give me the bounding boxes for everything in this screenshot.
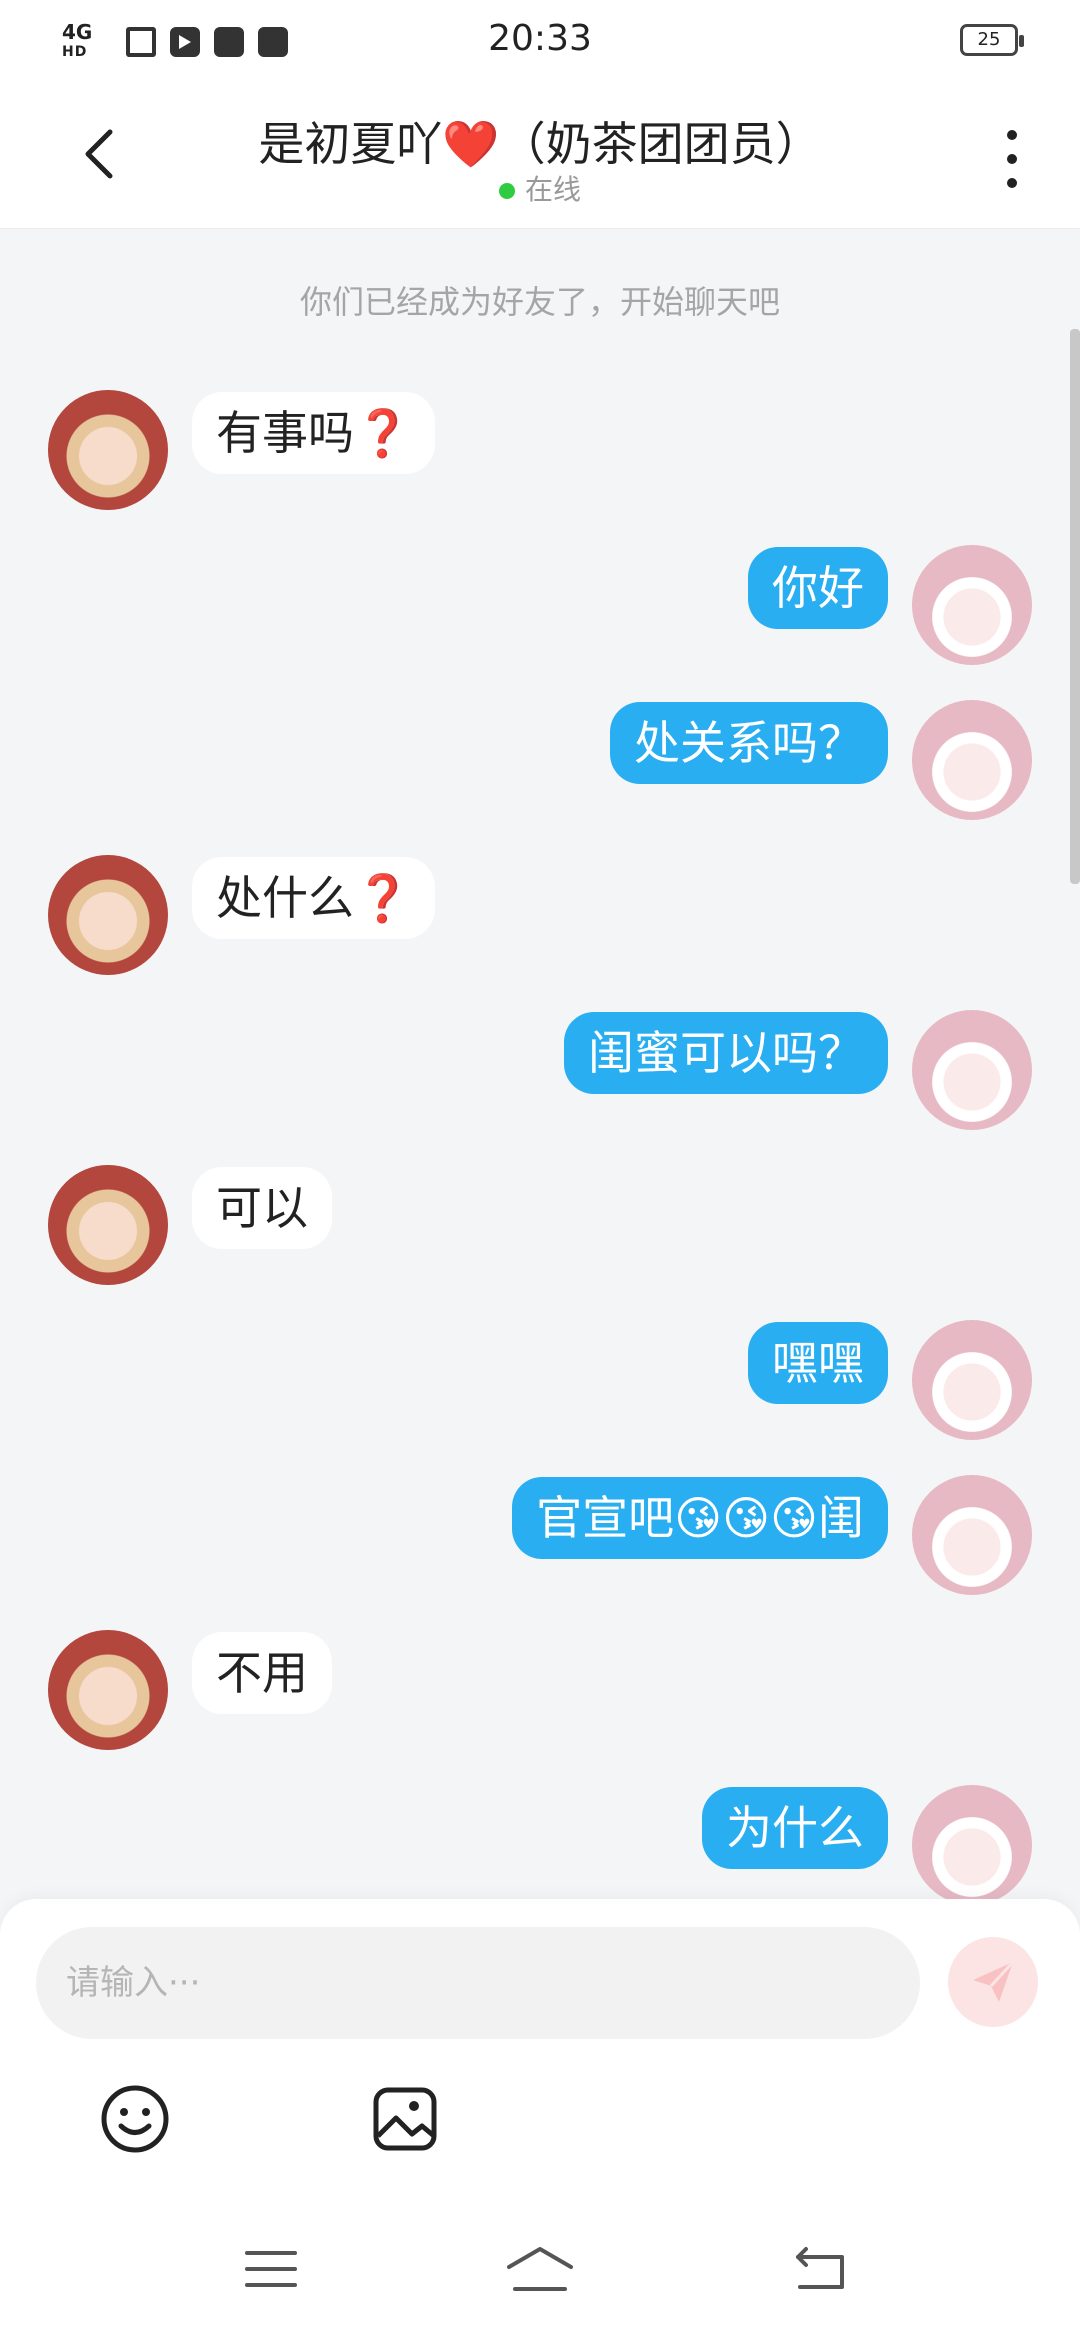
message-row: 嘿嘿 (0, 1320, 1080, 1440)
status-bar: 4G HD 20:33 25 (0, 0, 1080, 84)
send-button[interactable] (948, 1937, 1038, 2027)
more-dot-icon (1007, 178, 1017, 188)
paper-plane-icon (973, 1960, 1015, 2002)
contact-name: 是初夏吖❤️（奶茶团团员） (258, 117, 822, 171)
system-nav-bar (0, 2199, 1080, 2340)
message-row: 你好 (0, 545, 1080, 665)
message-bubble[interactable]: 官宣吧😘😘😘闺 (512, 1477, 888, 1559)
message-composer (0, 1899, 1080, 2340)
message-row: 官宣吧😘😘😘闺 (0, 1475, 1080, 1595)
contact-avatar[interactable] (48, 1165, 168, 1285)
image-button[interactable] (365, 2079, 445, 2159)
my-avatar[interactable] (912, 1785, 1032, 1905)
return-icon (796, 2247, 844, 2289)
my-avatar[interactable] (912, 1010, 1032, 1130)
friend-notice: 你们已经成为好友了，开始聊天吧 (299, 283, 780, 321)
message-row: 闺蜜可以吗？ (0, 1010, 1080, 1130)
contact-avatar[interactable] (48, 1630, 168, 1750)
message-row: 可以 (0, 1165, 1080, 1285)
battery-icon: 25 (960, 24, 1024, 56)
my-avatar[interactable] (912, 700, 1032, 820)
online-dot-icon (498, 183, 515, 199)
message-bubble[interactable]: 有事吗❓ (192, 392, 436, 474)
online-status: 在线 (0, 168, 1080, 208)
my-avatar[interactable] (912, 1320, 1032, 1440)
home-button[interactable] (505, 2239, 575, 2299)
clock: 20:33 (488, 18, 592, 59)
message-row: 处关系吗？ (0, 700, 1080, 820)
message-row: 不用 (0, 1630, 1080, 1750)
message-bubble[interactable]: 闺蜜可以吗？ (564, 1012, 888, 1094)
chat-header: 是初夏吖❤️（奶茶团团员） 在线 (0, 84, 1080, 229)
message-bubble[interactable]: 可以 (192, 1167, 332, 1249)
chat-screen: 4G HD 20:33 25 是初夏吖❤️（奶茶团团员） 在线 你们已经成为好友了… (0, 0, 1080, 2340)
menu-icon (245, 2251, 297, 2287)
home-icon (507, 2247, 573, 2291)
more-dot-icon (1007, 154, 1017, 164)
menu-button[interactable] (236, 2239, 306, 2299)
online-status-label: 在线 (524, 173, 581, 206)
smiley-icon (101, 2085, 169, 2153)
message-bubble[interactable]: 不用 (192, 1632, 332, 1714)
message-row: 处什么❓ (0, 855, 1080, 975)
message-bubble[interactable]: 为什么 (702, 1787, 888, 1869)
back-nav-button[interactable] (785, 2239, 855, 2299)
message-row: 为什么 (0, 1785, 1080, 1905)
more-dot-icon (1007, 130, 1017, 140)
message-row: 有事吗❓ (0, 390, 1080, 510)
message-bubble[interactable]: 嘿嘿 (748, 1322, 888, 1404)
contact-avatar[interactable] (48, 855, 168, 975)
more-options-button[interactable] (992, 124, 1032, 194)
message-input[interactable] (36, 1927, 920, 2039)
message-list[interactable]: 你们已经成为好友了，开始聊天吧 有事吗❓ 你好 处关系吗？ 处什么❓ 闺蜜可以吗… (0, 229, 1080, 1905)
message-bubble[interactable]: 处关系吗？ (610, 702, 888, 784)
contact-avatar[interactable] (48, 390, 168, 510)
message-bubble[interactable]: 处什么❓ (192, 857, 436, 939)
my-avatar[interactable] (912, 545, 1032, 665)
my-avatar[interactable] (912, 1475, 1032, 1595)
message-bubble[interactable]: 你好 (748, 547, 888, 629)
image-icon (373, 2087, 437, 2151)
emoji-button[interactable] (95, 2079, 175, 2159)
